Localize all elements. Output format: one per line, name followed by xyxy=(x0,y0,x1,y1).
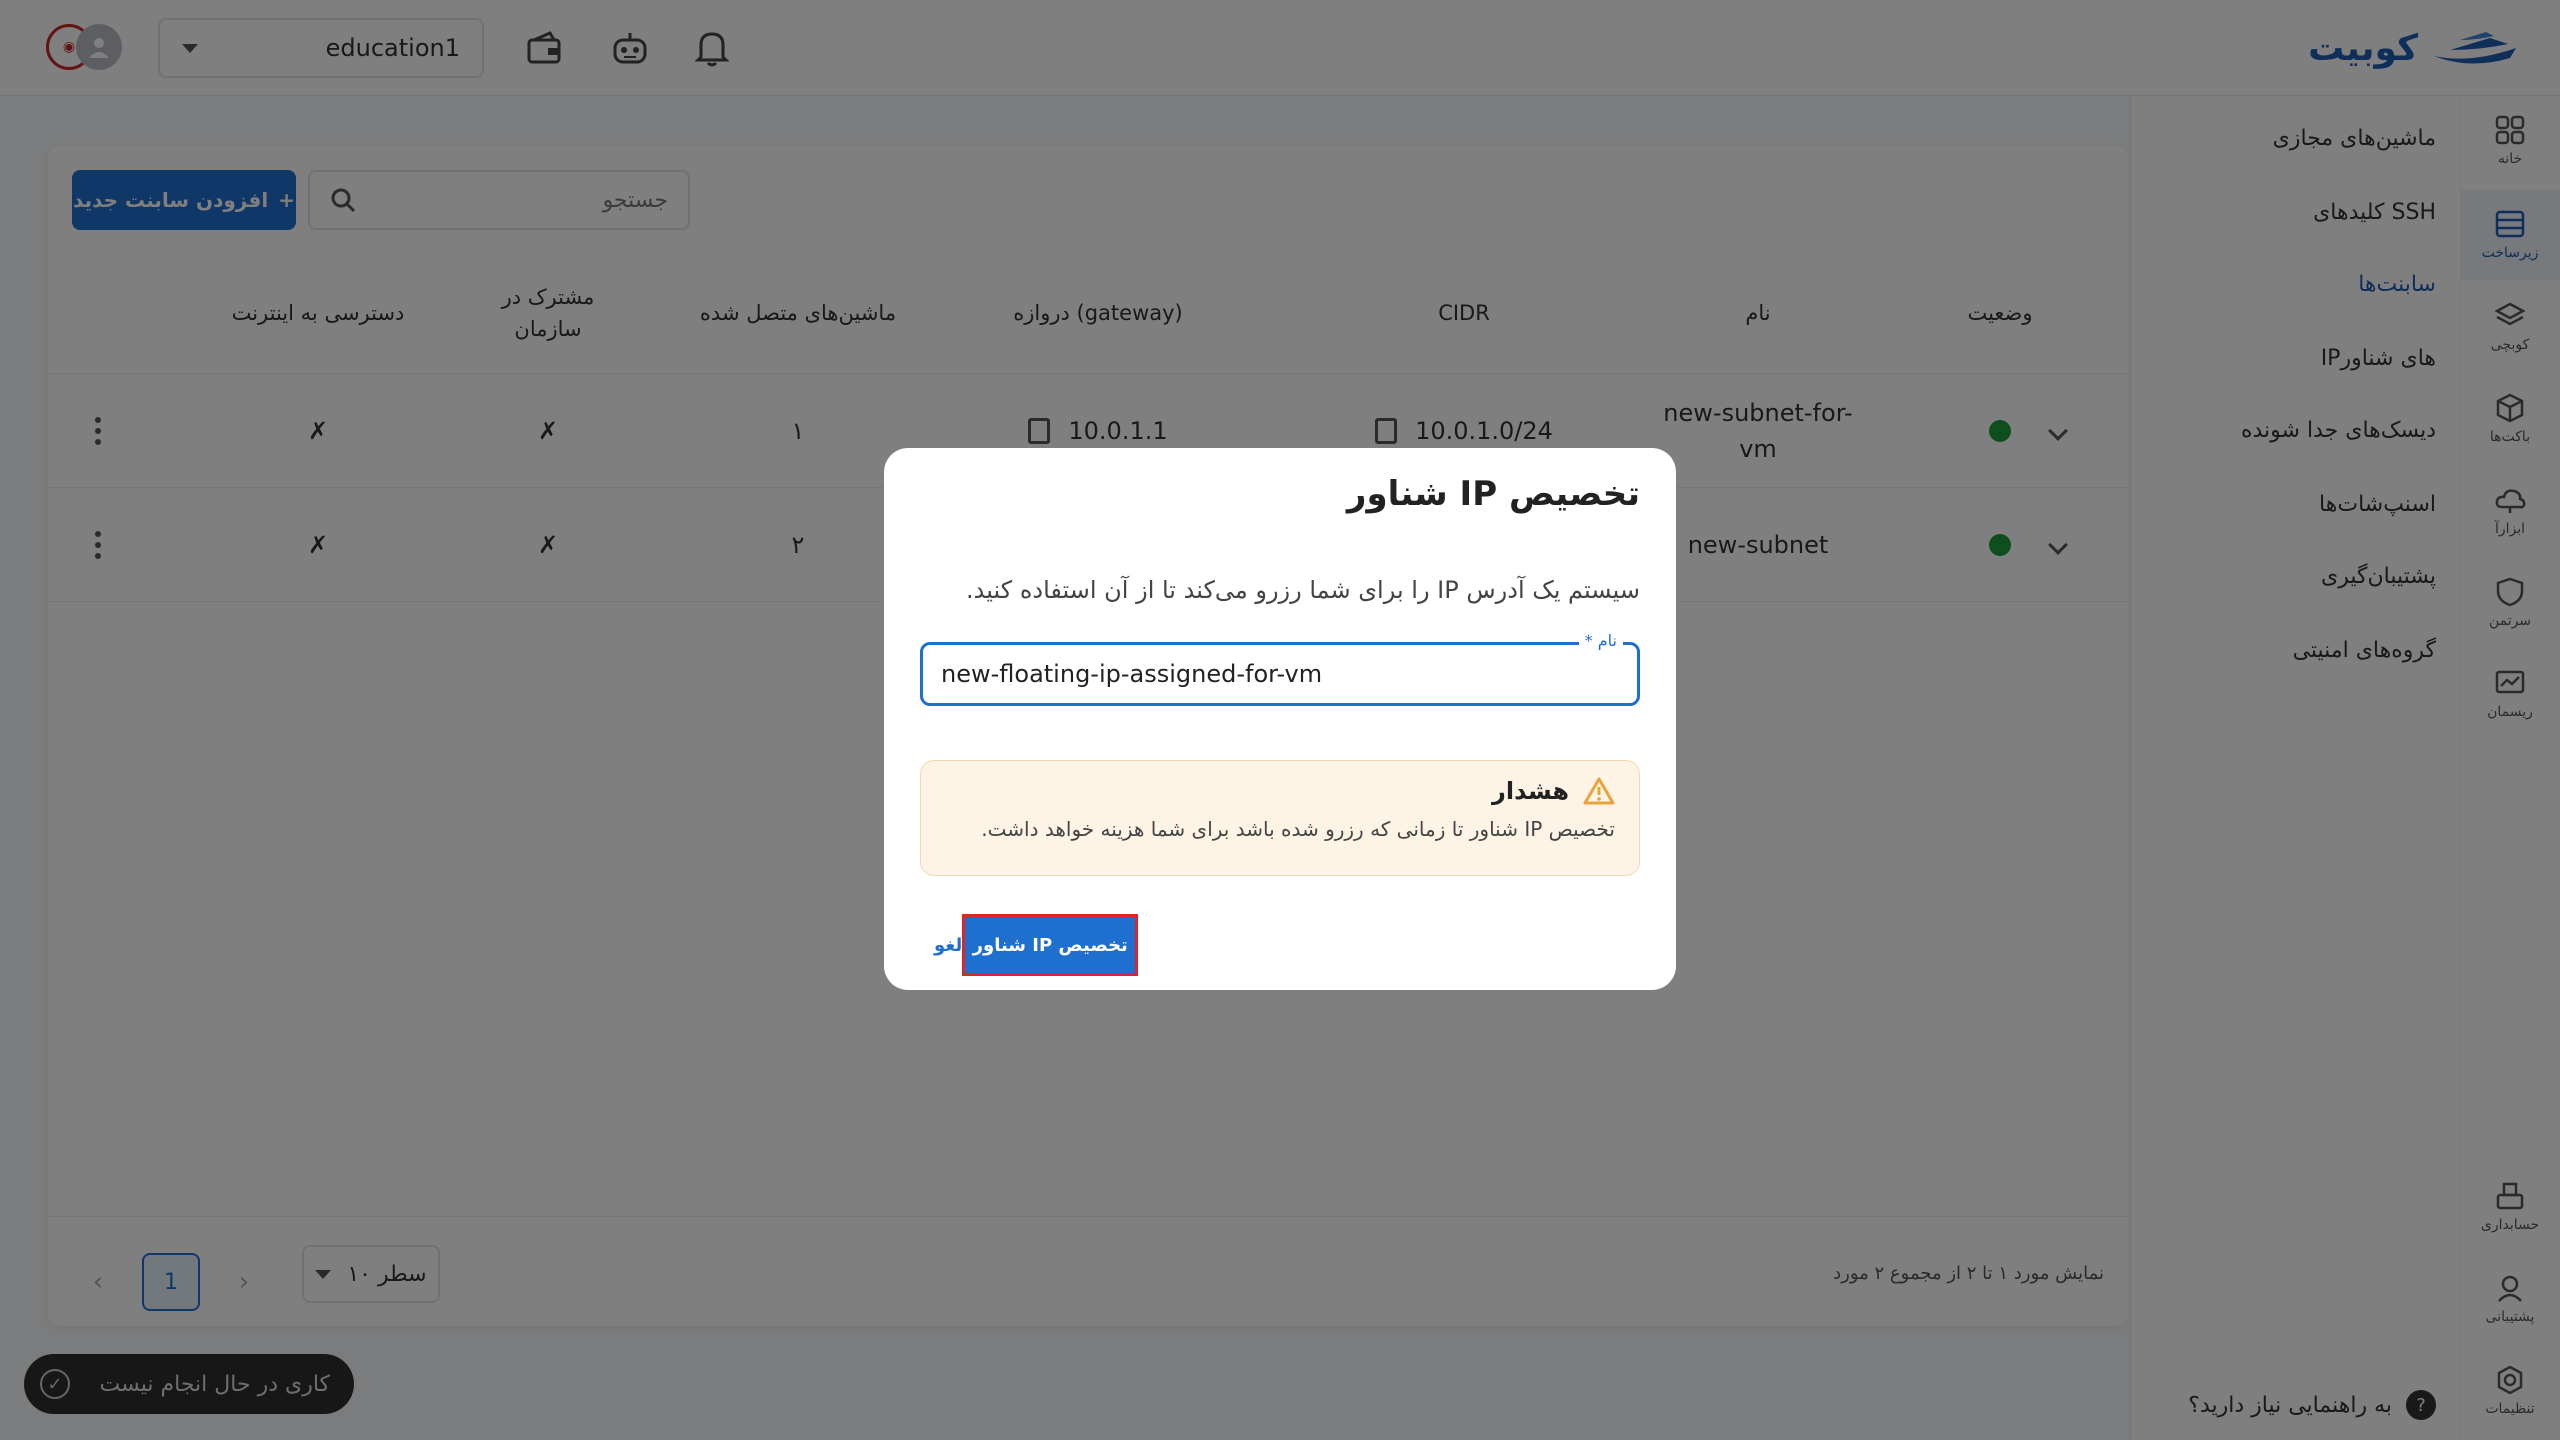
cancel-button[interactable]: لغو xyxy=(934,935,962,956)
warning-text: تخصیص IP شناور تا زمانی که رزرو شده باشد… xyxy=(981,817,1615,841)
name-input[interactable] xyxy=(923,645,1637,703)
name-field[interactable]: نام * xyxy=(920,631,1640,706)
warning-icon xyxy=(1583,777,1615,805)
allocate-floating-ip-button[interactable]: تخصیص IP شناور xyxy=(962,914,1139,976)
dialog-actions: تخصیص IP شناور لغو xyxy=(894,914,1139,976)
dialog-title: تخصیص IP شناور xyxy=(1346,474,1640,514)
dialog-description: سیستم یک آدرس IP را برای شما رزرو می‌کند… xyxy=(966,576,1640,604)
warning-title: هشدار xyxy=(1492,777,1569,805)
warning-box: هشدار تخصیص IP شناور تا زمانی که رزرو شد… xyxy=(920,760,1640,876)
name-field-label: نام * xyxy=(1578,631,1623,650)
allocate-floating-ip-dialog: تخصیص IP شناور سیستم یک آدرس IP را برای … xyxy=(884,448,1676,990)
warning-heading: هشدار xyxy=(945,777,1615,805)
